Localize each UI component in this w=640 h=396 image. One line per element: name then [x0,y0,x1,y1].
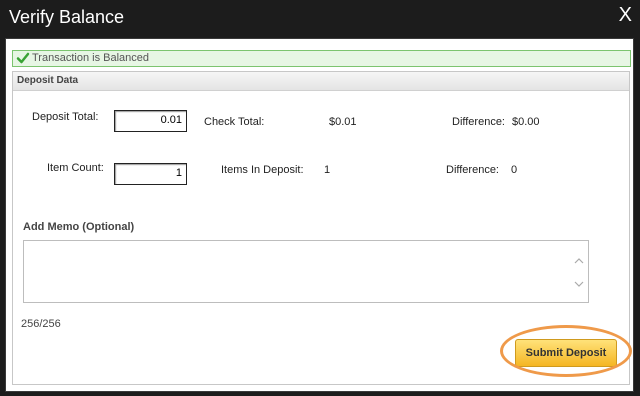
items-in-deposit-value: 1 [324,164,331,176]
verify-balance-dialog: Verify Balance X Transaction is Balanced… [0,0,640,396]
section-header: Deposit Data [13,72,629,91]
dialog-title: Verify Balance [9,7,125,27]
status-text: Transaction is Balanced [32,52,149,64]
section-title: Deposit Data [17,75,79,86]
items-in-deposit-label: Items In Deposit: [221,164,304,176]
scroll-up-icon[interactable] [574,256,584,266]
item-count-label: Item Count: [47,162,104,174]
deposit-total-label: Deposit Total: [32,111,99,123]
status-banner: Transaction is Balanced [12,50,631,67]
check-icon [16,52,30,64]
difference-count-label: Difference: [446,164,499,176]
title-bar: Verify Balance X [0,0,640,36]
memo-label: Add Memo (Optional) [23,221,135,233]
memo-textarea[interactable] [23,240,589,303]
check-total-value: $0.01 [329,116,357,128]
difference-amount-label: Difference: [452,116,505,128]
check-total-label: Check Total: [204,116,265,128]
deposit-total-input[interactable]: 0.01 [114,110,187,132]
deposit-data-section: Deposit Data Deposit Total: 0.01 Check T… [12,71,630,385]
item-count-input[interactable]: 1 [114,163,187,185]
submit-deposit-button[interactable]: Submit Deposit [515,339,617,367]
difference-amount-value: $0.00 [512,116,540,128]
dialog-body: Transaction is Balanced Deposit Data Dep… [5,38,634,392]
memo-character-counter: 256/256 [21,318,61,330]
difference-count-value: 0 [511,164,518,176]
scroll-down-icon[interactable] [574,279,584,289]
close-button[interactable]: X [619,4,632,27]
